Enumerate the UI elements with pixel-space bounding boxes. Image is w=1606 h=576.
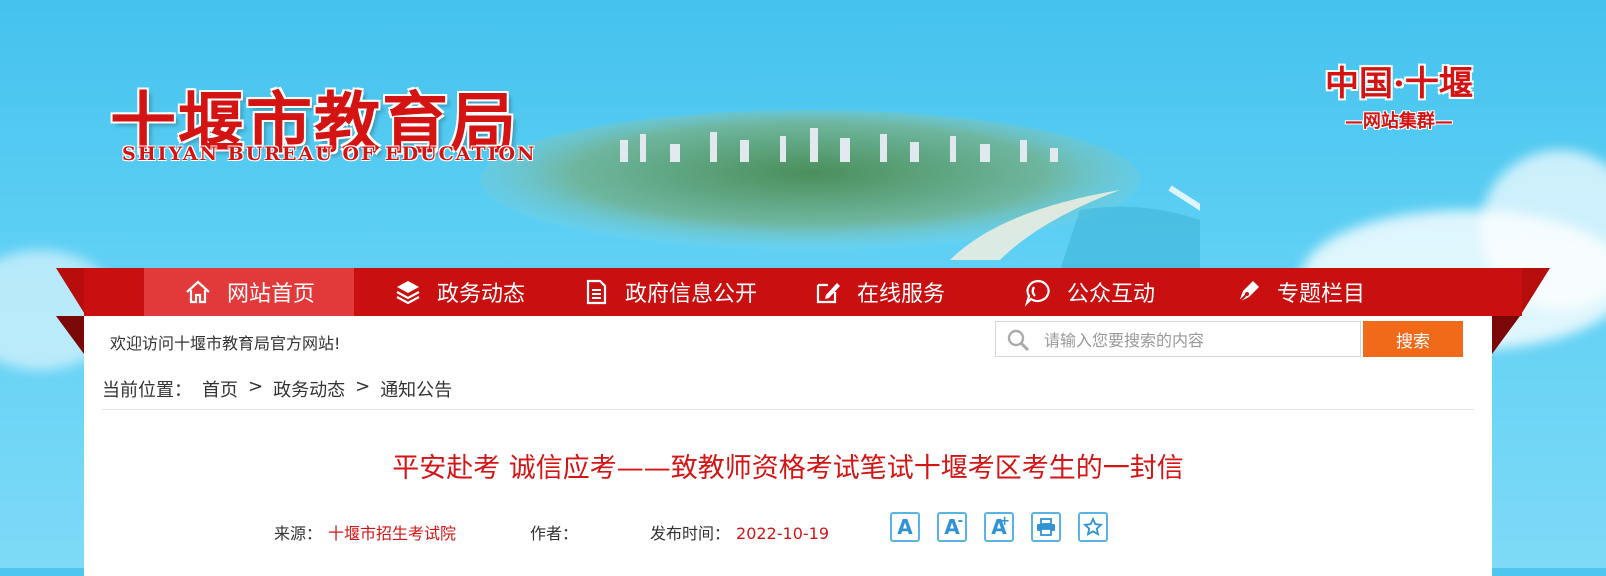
font-larger-mark: + — [999, 514, 1010, 529]
nav-fold-right — [1492, 316, 1520, 354]
date-value: 2022-10-19 — [736, 524, 829, 543]
home-icon — [186, 280, 210, 304]
print-button[interactable] — [1031, 512, 1061, 542]
breadcrumb-prefix: 当前位置： — [102, 380, 192, 401]
search-icon — [1007, 329, 1030, 352]
article-tools: A A- A + — [890, 512, 1108, 542]
welcome-text: 欢迎访问十堰市教育局官方网站! — [110, 334, 341, 353]
nav-item-label: 政府信息公开 — [624, 282, 757, 307]
nav-item-news[interactable]: 政务动态 — [354, 268, 564, 316]
nav-item-topics[interactable]: 专题栏目 — [1194, 268, 1404, 316]
font-normal-label: A — [897, 515, 913, 539]
article-source: 来源： 十堰市招生考试院 — [274, 520, 456, 544]
breadcrumb-notice-link[interactable]: 通知公告 — [380, 376, 452, 402]
nav-item-interaction[interactable]: 公众互动 — [984, 268, 1194, 316]
breadcrumb: 当前位置： 首页 > 政务动态 > 通知公告 — [102, 376, 452, 402]
cluster-title: 中国·十堰 — [1325, 64, 1473, 104]
nav-item-label: 网站首页 — [226, 282, 315, 307]
date-label: 发布时间： — [650, 524, 731, 543]
font-normal-button[interactable]: A — [890, 512, 920, 542]
nav-item-label: 专题栏目 — [1276, 282, 1365, 307]
cluster-subtitle: —网站集群— — [1344, 111, 1453, 132]
chat-icon — [1024, 279, 1050, 307]
font-smaller-button[interactable]: A- — [937, 512, 967, 542]
site-cluster-badge[interactable]: 中国·十堰 —网站集群— — [1325, 56, 1473, 133]
favorite-button[interactable] — [1078, 512, 1108, 542]
nav-item-home[interactable]: 网站首页 — [144, 268, 354, 316]
printer-icon — [1037, 518, 1055, 536]
author-label: 作者： — [530, 524, 579, 543]
font-larger-button[interactable]: A + — [984, 512, 1014, 542]
source-label: 来源： — [274, 524, 323, 543]
pen-icon — [1238, 281, 1259, 303]
nav-ribbon-right — [1520, 268, 1550, 316]
article-title: 平安赴考 诚信应考——致教师资格考试笔试十堰考区考生的一封信 — [392, 453, 1184, 484]
nav-ribbon-left — [56, 268, 86, 316]
nav-item-online-service[interactable]: 在线服务 — [774, 268, 984, 316]
article-date: 发布时间： 2022-10-19 — [650, 520, 829, 544]
search-button[interactable]: 搜索 — [1363, 321, 1463, 357]
breadcrumb-separator: > — [248, 376, 264, 397]
document-icon — [586, 279, 607, 305]
layers-icon — [396, 281, 420, 305]
search-box[interactable] — [995, 321, 1361, 357]
main-nav: 网站首页 政务动态 政府信息公开 在线服务 公众互动 专题栏目 — [84, 268, 1522, 316]
breadcrumb-home-link[interactable]: 首页 — [202, 376, 238, 402]
star-icon — [1083, 517, 1103, 536]
site-logo-subtitle: SHIYAN BUREAU OF EDUCATION — [122, 143, 537, 165]
edit-icon — [816, 283, 840, 304]
article-author: 作者： — [530, 520, 584, 544]
nav-item-label: 政务动态 — [436, 282, 525, 307]
content-panel: 欢迎访问十堰市教育局官方网站! 搜索 当前位置： 首页 > 政务动态 > 通知公… — [84, 316, 1492, 576]
nav-fold-left — [56, 316, 84, 354]
font-smaller-mark: - — [957, 514, 963, 529]
nav-item-label: 在线服务 — [856, 282, 945, 307]
breadcrumb-separator: > — [355, 376, 371, 397]
source-value: 十堰市招生考试院 — [328, 524, 457, 543]
search-input[interactable] — [1042, 325, 1346, 355]
city-panorama-image — [480, 110, 1200, 270]
divider — [102, 409, 1474, 410]
main-nav-bar: 网站首页 政务动态 政府信息公开 在线服务 公众互动 专题栏目 — [56, 268, 1550, 316]
breadcrumb-news-link[interactable]: 政务动态 — [273, 376, 345, 402]
nav-item-gov-info[interactable]: 政府信息公开 — [564, 268, 774, 316]
nav-item-label: 公众互动 — [1066, 282, 1155, 307]
